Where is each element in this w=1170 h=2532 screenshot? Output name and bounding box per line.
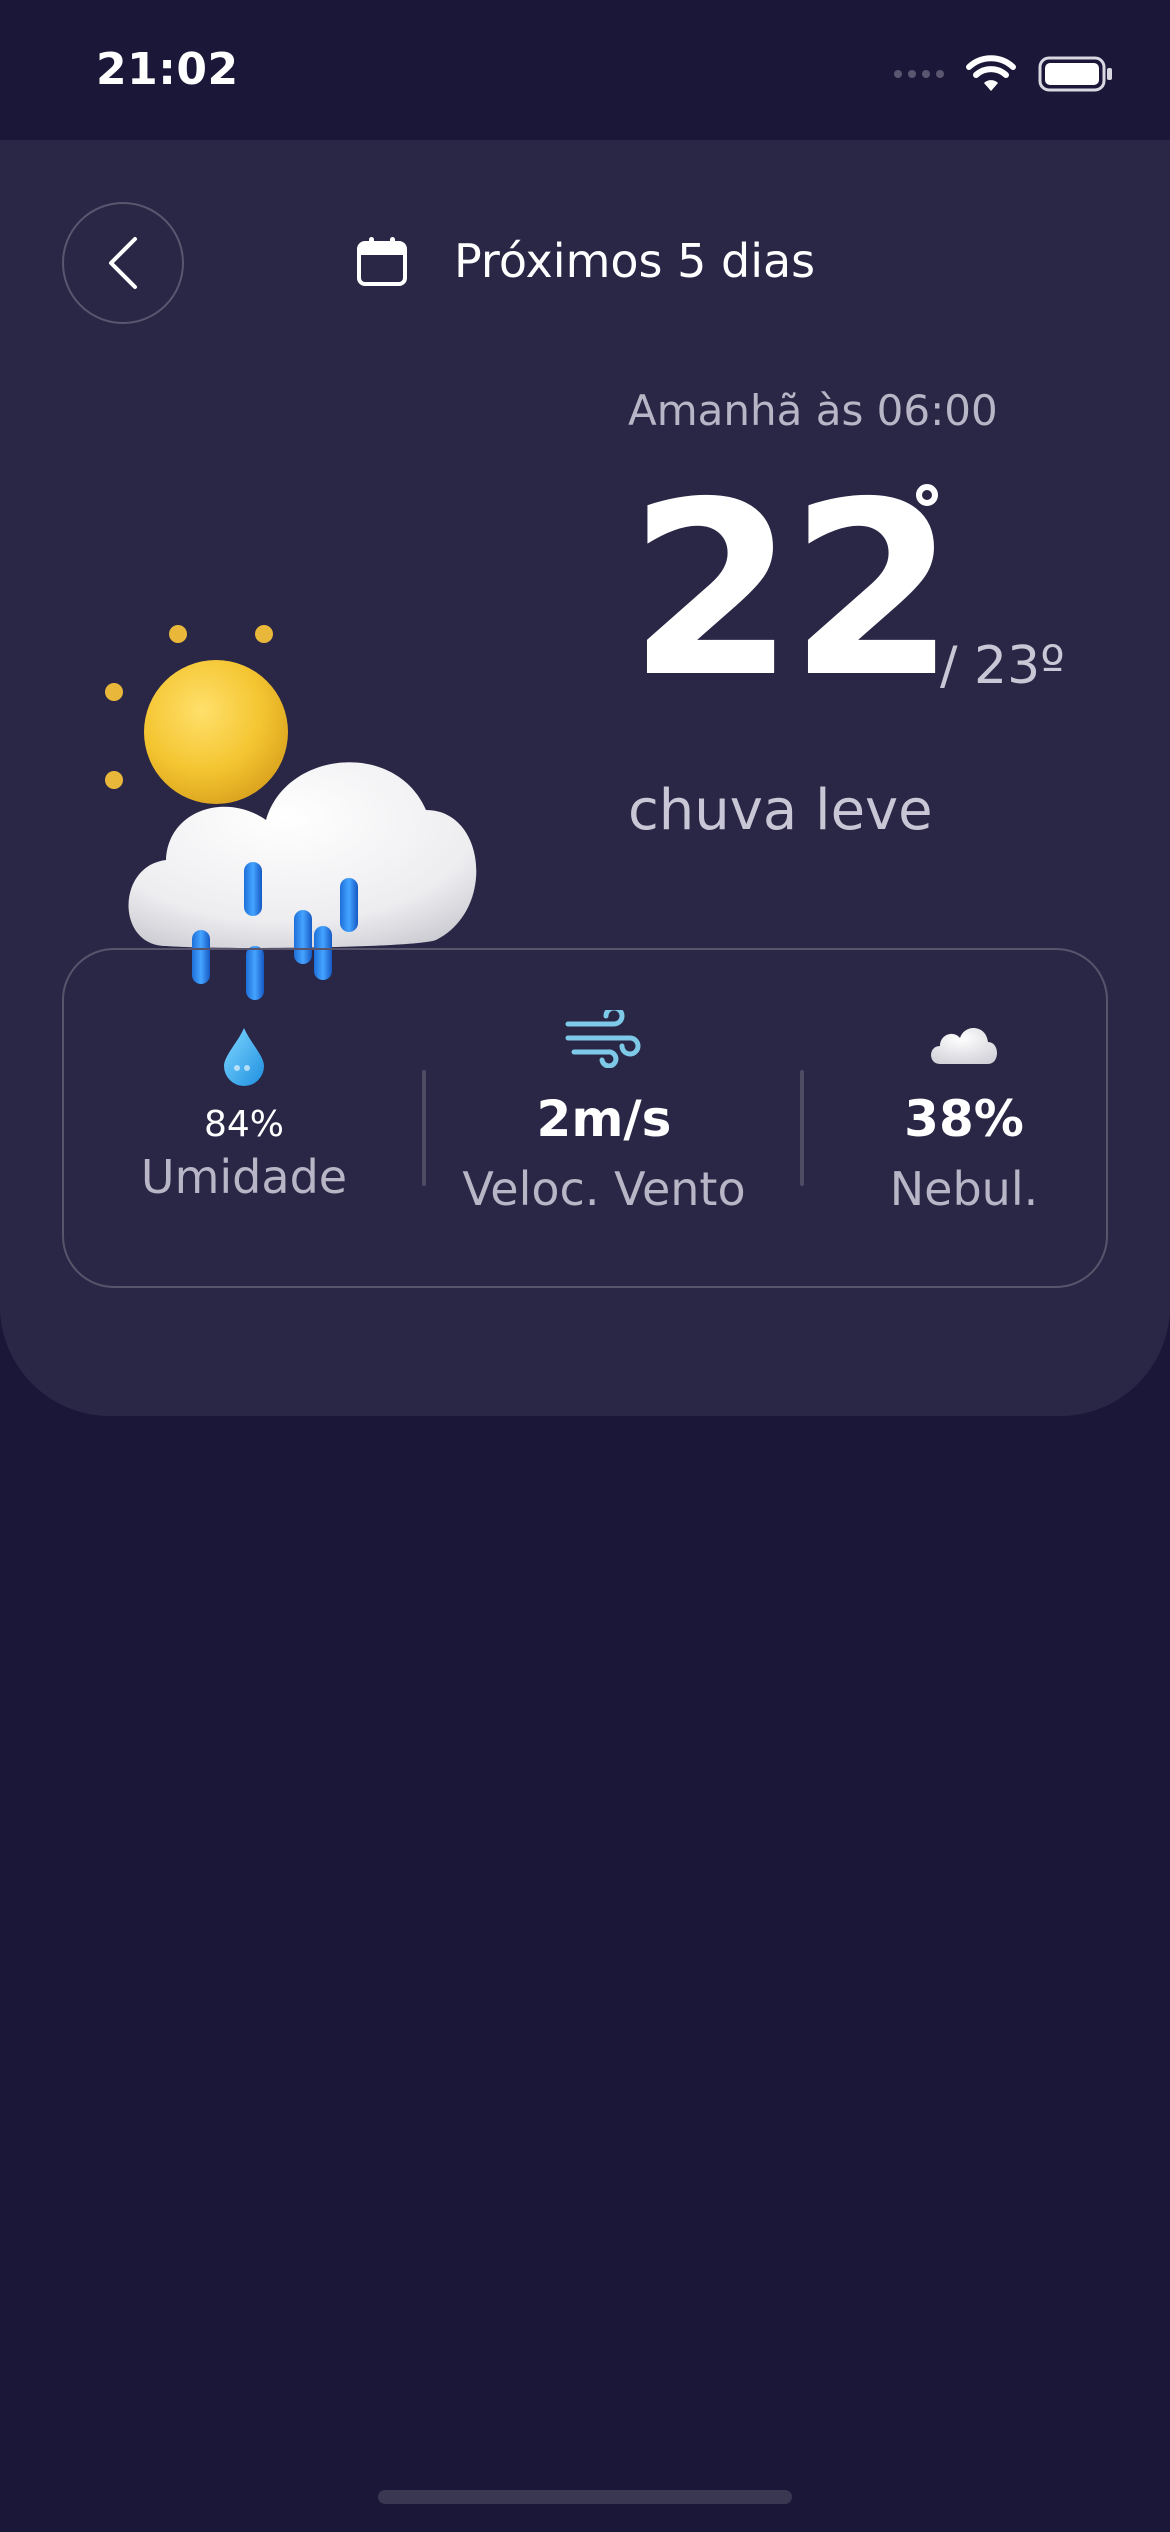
humidity-stat: 84% Umidade [104,950,384,1290]
stats-divider [422,1070,426,1186]
calendar-icon [357,237,407,286]
status-icons [894,52,1114,96]
wind-label: Veloc. Vento [462,1162,746,1216]
chevron-left-icon [109,237,137,289]
forecast-time: Amanhã às 06:00 [628,386,998,435]
back-button[interactable] [62,202,184,324]
cloudiness-stat: 38% Nebul. [844,950,1084,1290]
humidity-label: Umidade [140,1150,348,1204]
signal-dots-icon [894,70,944,78]
cloud-icon [931,1027,997,1064]
max-temperature: / 23º [940,636,1065,696]
header-title: Próximos 5 dias [356,226,815,296]
weather-stats-panel: 84% Umidade 2m/s Veloc. Vento 38% Nebul. [62,948,1108,1288]
status-bar: 21:02 [0,0,1170,140]
water-drop-icon [224,1028,264,1086]
status-time: 21:02 [96,44,239,95]
battery-icon [1038,56,1112,92]
cloudiness-value: 38% [904,1090,1024,1148]
wind-value: 2m/s [536,1090,672,1148]
stats-divider [800,1070,804,1186]
humidity-value: 84% [203,1104,284,1145]
weather-condition: chuva leve [628,778,933,843]
home-indicator[interactable] [378,2490,792,2504]
page-title: Próximos 5 dias [454,234,816,288]
sun-cloud-rain-icon [105,625,477,1000]
wind-icon [565,1010,641,1068]
wind-stat: 2m/s Veloc. Vento [462,950,746,1290]
degree-symbol [916,484,938,506]
cloudiness-label: Nebul. [889,1162,1039,1216]
temperature-value: 22 [628,450,956,730]
forecast-card: Próximos 5 dias Amanhã às 06:00 22 / 23º… [0,140,1170,1416]
wifi-icon [966,55,1016,91]
